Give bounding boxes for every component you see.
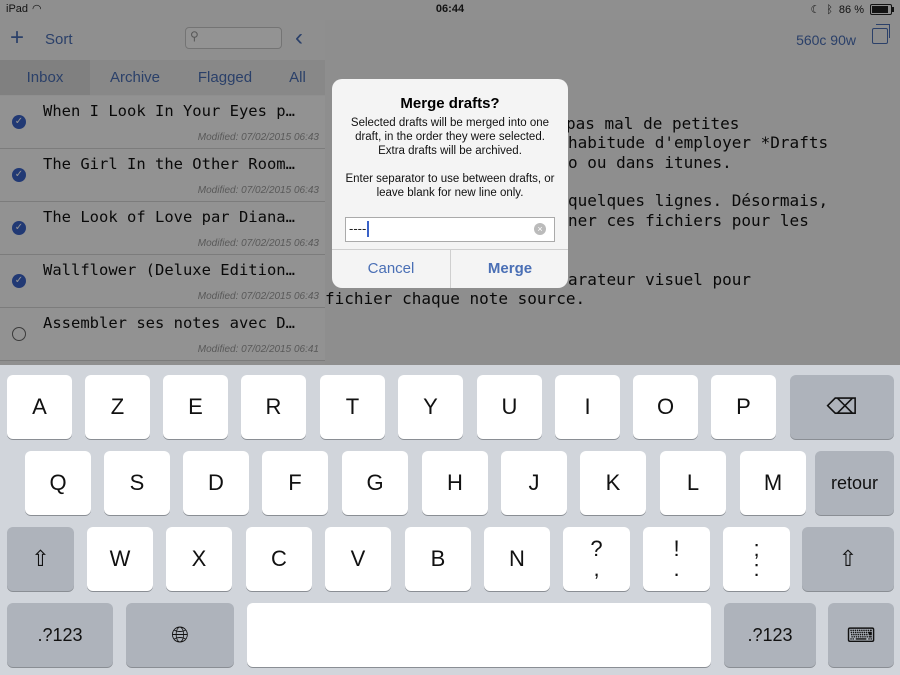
dialog-title: Merge drafts? — [400, 95, 500, 112]
key-y[interactable]: Y — [398, 375, 463, 439]
key-m[interactable]: M — [740, 451, 806, 515]
key-question-comma[interactable]: ? , — [563, 527, 630, 591]
key-e[interactable]: E — [163, 375, 228, 439]
key-u[interactable]: U — [477, 375, 542, 439]
key-w[interactable]: W — [87, 527, 153, 591]
key-c[interactable]: C — [246, 527, 312, 591]
key-j[interactable]: J — [501, 451, 567, 515]
shift-icon: ⇧ — [31, 546, 50, 571]
key-f[interactable]: F — [262, 451, 328, 515]
key-v[interactable]: V — [325, 527, 391, 591]
key-a[interactable]: A — [7, 375, 72, 439]
key-z[interactable]: Z — [85, 375, 150, 439]
dialog-message: Selected drafts will be merged into one … — [350, 117, 550, 157]
keyboard-hide-icon: ⌨ — [846, 625, 876, 647]
globe-key[interactable]: 🌐︎ — [126, 603, 234, 667]
key-semicolon-colon[interactable]: ; : — [723, 527, 790, 591]
key-k[interactable]: K — [580, 451, 646, 515]
shift-key[interactable]: ⇧ — [7, 527, 74, 591]
globe-icon: 🌐︎ — [171, 622, 189, 647]
numbers-key[interactable]: .?123 — [7, 603, 113, 667]
shift-key-right[interactable]: ⇧ — [802, 527, 894, 591]
numbers-key-right[interactable]: .?123 — [724, 603, 816, 667]
key-i[interactable]: I — [555, 375, 620, 439]
key-d[interactable]: D — [183, 451, 249, 515]
key-exclaim-period[interactable]: ! . — [643, 527, 710, 591]
text-cursor — [367, 221, 369, 237]
key-b[interactable]: B — [405, 527, 471, 591]
key-n[interactable]: N — [484, 527, 550, 591]
key-o[interactable]: O — [633, 375, 698, 439]
key-p[interactable]: P — [711, 375, 776, 439]
key-h[interactable]: H — [422, 451, 488, 515]
key-r[interactable]: R — [241, 375, 306, 439]
keyboard: A Z E R T Y U I O P ⌫ Q S D F G H J K L … — [0, 365, 900, 675]
key-x[interactable]: X — [166, 527, 232, 591]
dialog-instruction: Enter separator to use between drafts, o… — [345, 173, 555, 199]
backspace-icon: ⌫ — [826, 394, 858, 419]
key-l[interactable]: L — [660, 451, 726, 515]
space-bar[interactable] — [247, 603, 711, 667]
key-q[interactable]: Q — [25, 451, 91, 515]
key-g[interactable]: G — [342, 451, 408, 515]
cancel-button[interactable]: Cancel — [332, 250, 450, 288]
dismiss-keyboard-key[interactable]: ⌨ — [828, 603, 894, 667]
clear-icon[interactable]: × — [534, 223, 546, 235]
shift-icon: ⇧ — [838, 546, 858, 571]
merge-button[interactable]: Merge — [451, 250, 568, 288]
separator-input[interactable]: ---- × — [345, 217, 555, 242]
separator-value: ---- — [349, 221, 367, 236]
merge-drafts-dialog: Merge drafts? Selected drafts will be me… — [332, 79, 568, 288]
key-s[interactable]: S — [104, 451, 170, 515]
return-key[interactable]: retour — [815, 451, 894, 515]
backspace-key[interactable]: ⌫ — [790, 375, 894, 439]
key-t[interactable]: T — [320, 375, 385, 439]
